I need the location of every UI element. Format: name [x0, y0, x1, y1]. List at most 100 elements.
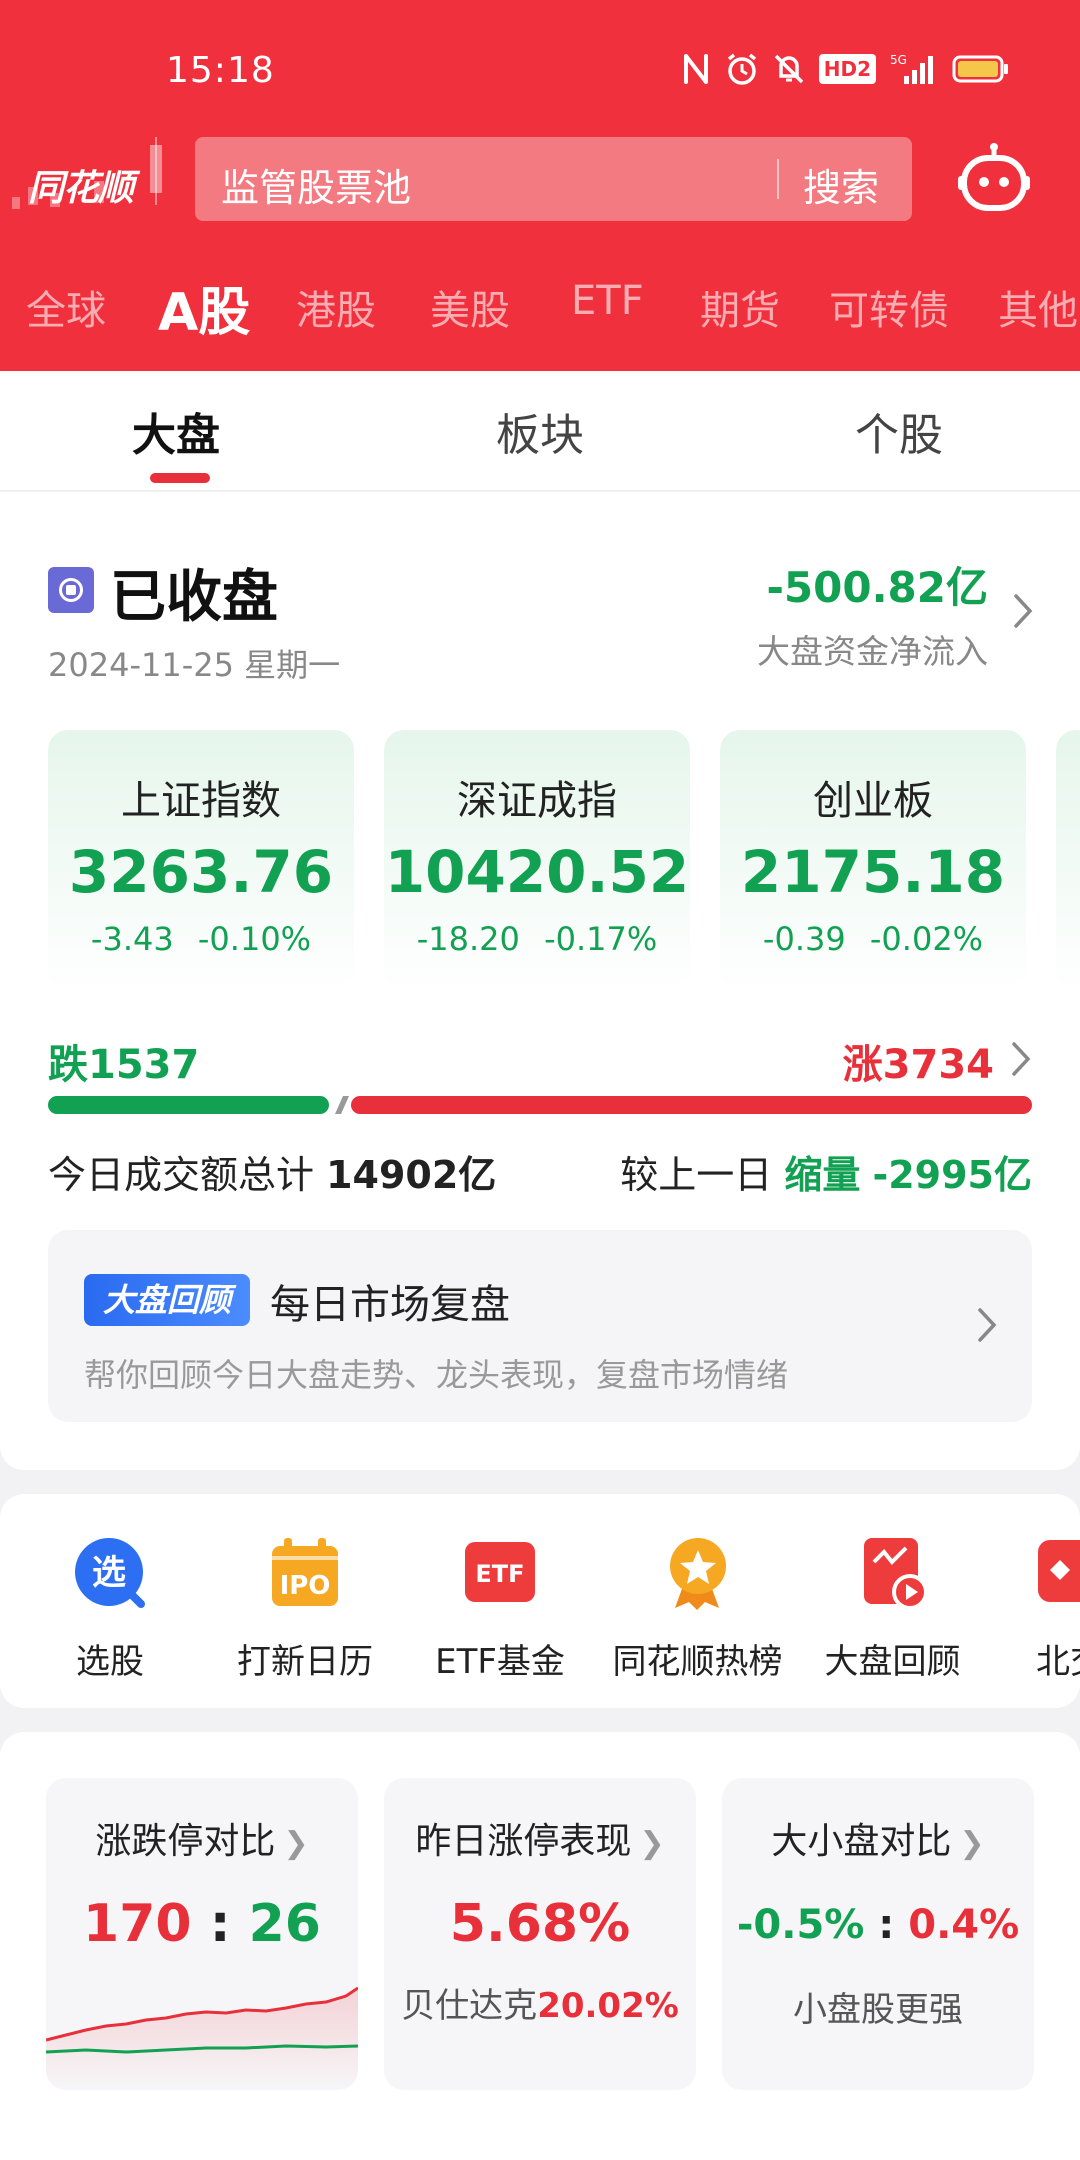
- tab-us-stocks[interactable]: 美股: [430, 278, 510, 336]
- svg-text:ETF: ETF: [475, 1560, 524, 1588]
- svg-text:选: 选: [92, 1553, 126, 1593]
- shortcut-label: 北交: [1036, 1642, 1080, 1682]
- market-review-play-icon: [863, 1538, 928, 1610]
- market-status: 已收盘: [110, 565, 278, 630]
- limit-trend-sparkline: [46, 1986, 358, 2090]
- status-time: 15:18: [166, 50, 275, 91]
- tab-sectors[interactable]: 板块: [496, 399, 584, 463]
- alarm-icon: [727, 53, 756, 85]
- index-change: -0.39 -0.02%: [762, 920, 984, 958]
- tab-futures[interactable]: 期货: [700, 278, 780, 336]
- search-divider: [777, 159, 779, 199]
- cap-compare-summary: 小盘股更强: [793, 1990, 963, 2030]
- hot-list-medal-icon: [669, 1538, 726, 1610]
- shortcut-hot-list[interactable]: 同花顺热榜: [610, 1536, 785, 1683]
- tile-title: 涨跌停对比 ❯: [95, 1821, 309, 1862]
- compare-state: 缩量: [784, 1153, 861, 1197]
- shortcut-label: 大盘回顾: [824, 1642, 961, 1682]
- chevron-right-icon[interactable]: [1012, 592, 1034, 630]
- nfc-icon: [683, 54, 708, 84]
- tab-hk-stocks[interactable]: 港股: [296, 278, 376, 336]
- advancers-count: 涨3734: [842, 1042, 994, 1088]
- advance-decline-row[interactable]: 跌1537 涨3734: [48, 1032, 1032, 1092]
- limit-compare-values: 170 : 26: [83, 1894, 321, 1954]
- shortcut-ipo-calendar[interactable]: IPO 打新日历: [230, 1536, 380, 1683]
- net-flow-value[interactable]: -500.82亿: [766, 554, 988, 615]
- logo-text: 同花顺: [28, 168, 134, 209]
- turnover-row: 今日成交额总计 14902亿 较上一日 缩量 -2995亿: [48, 1144, 1032, 1199]
- search-button[interactable]: 搜索: [803, 157, 879, 212]
- tab-a-shares[interactable]: A股: [158, 270, 250, 345]
- review-title: 每日市场复盘: [270, 1282, 510, 1328]
- robot-assistant-icon[interactable]: [957, 142, 1031, 216]
- shortcut-label: 同花顺热榜: [612, 1642, 783, 1682]
- limit-compare-tile[interactable]: 涨跌停对比 ❯ 170 : 26: [46, 1778, 358, 2090]
- tab-individual-stocks[interactable]: 个股: [855, 399, 943, 463]
- ipo-calendar-icon: IPO: [272, 1538, 338, 1606]
- signal-icon: 5G: [890, 53, 933, 84]
- beijing-exchange-icon: [1038, 1540, 1080, 1602]
- net-flow-label: 大盘资金净流入: [757, 632, 988, 671]
- shortcuts-card: 选 选股 IPO 打新日历 ETF ETF基金 同花顺热榜 大盘回顾 北: [0, 1494, 1080, 1708]
- status-icons: HD2 5G: [681, 52, 1010, 86]
- search-input[interactable]: 监管股票池: [221, 157, 411, 212]
- index-name: 上证指数: [121, 778, 281, 824]
- cap-compare-tile[interactable]: 大小盘对比 ❯ -0.5% : 0.4% 小盘股更强: [722, 1778, 1034, 2090]
- tab-market-overview[interactable]: 大盘: [132, 399, 220, 463]
- index-card-partial[interactable]: [1056, 730, 1080, 992]
- chevron-right-icon: ❯: [959, 1826, 985, 1861]
- market-tabs: 全球 A股 港股 美股 ETF 期货 可转债 其他: [0, 278, 1080, 348]
- index-card-shenzhen[interactable]: 深证成指 10420.52 -18.20 -0.17%: [384, 730, 690, 992]
- chevron-right-icon[interactable]: [1010, 1040, 1032, 1078]
- app-logo[interactable]: 同花顺: [10, 135, 170, 225]
- shortcut-beijing-exchange[interactable]: 北交: [1036, 1536, 1080, 1683]
- index-value: 2175.18: [740, 838, 1006, 906]
- tab-others[interactable]: 其他: [998, 278, 1078, 336]
- index-card-chinext[interactable]: 创业板 2175.18 -0.39 -0.02%: [720, 730, 1026, 992]
- search-bar[interactable]: 监管股票池 搜索: [195, 137, 912, 221]
- index-value: 3263.76: [68, 838, 334, 906]
- advance-bar-segment: [351, 1096, 1032, 1114]
- decline-bar-segment: [48, 1096, 329, 1114]
- tab-convertible-bonds[interactable]: 可转债: [829, 278, 949, 336]
- svg-text:5G: 5G: [890, 53, 907, 67]
- index-change: -3.43 -0.10%: [90, 920, 312, 958]
- index-name: 创业板: [813, 778, 933, 824]
- shortcut-market-review[interactable]: 大盘回顾: [820, 1536, 965, 1683]
- tile-title: 昨日涨停表现 ❯: [415, 1821, 665, 1862]
- svg-text:IPO: IPO: [280, 1571, 331, 1601]
- market-closed-icon: [48, 567, 94, 613]
- shortcut-etf-fund[interactable]: ETF ETF基金: [430, 1536, 570, 1683]
- yesterday-limit-value: 5.68%: [449, 1894, 631, 1954]
- etf-icon: ETF: [465, 1542, 535, 1602]
- decliners-count: 跌1537: [48, 1042, 200, 1088]
- hd-badge: HD2: [818, 54, 876, 84]
- chevron-right-icon[interactable]: [976, 1306, 998, 1344]
- mute-bell-icon: [774, 54, 803, 84]
- cap-compare-values: -0.5% : 0.4%: [736, 1902, 1020, 1948]
- battery-icon: [952, 55, 1008, 83]
- tab-etf[interactable]: ETF: [571, 278, 644, 324]
- index-value: 10420.52: [384, 838, 690, 906]
- stock-picker-icon: 选: [75, 1538, 145, 1608]
- market-overview-card: 已收盘 2024-11-25 星期一 -500.82亿 大盘资金净流入 上证指数…: [0, 492, 1080, 1470]
- advance-decline-bar: [48, 1096, 1032, 1114]
- shortcut-stock-picker[interactable]: 选 选股: [60, 1536, 160, 1683]
- shortcut-label: 选股: [76, 1642, 144, 1682]
- chevron-right-icon: ❯: [639, 1826, 665, 1861]
- yesterday-limit-tile[interactable]: 昨日涨停表现 ❯ 5.68% 贝仕达克20.02%: [384, 1778, 696, 2090]
- shortcut-label: 打新日历: [237, 1642, 373, 1682]
- tab-global[interactable]: 全球: [26, 278, 106, 336]
- turnover-value: 14902亿: [326, 1153, 497, 1197]
- status-bar: 15:18 HD2 5G: [0, 0, 1080, 140]
- tile-title: 大小盘对比 ❯: [771, 1821, 985, 1862]
- turnover-compare: 较上一日 缩量 -2995亿: [620, 1144, 1032, 1199]
- review-badge: 大盘回顾: [84, 1274, 250, 1326]
- compare-value: -2995亿: [872, 1153, 1032, 1197]
- index-card-shanghai[interactable]: 上证指数 3263.76 -3.43 -0.10%: [48, 730, 354, 992]
- review-subtitle: 帮你回顾今日大盘走势、龙头表现，复盘市场情绪: [84, 1356, 789, 1394]
- flat-bar-segment: [335, 1096, 349, 1114]
- sub-tabs: 大盘 板块 个股: [0, 371, 1080, 491]
- daily-review-banner[interactable]: 大盘回顾 每日市场复盘 帮你回顾今日大盘走势、龙头表现，复盘市场情绪: [48, 1230, 1032, 1422]
- index-name: 深证成指: [457, 778, 617, 824]
